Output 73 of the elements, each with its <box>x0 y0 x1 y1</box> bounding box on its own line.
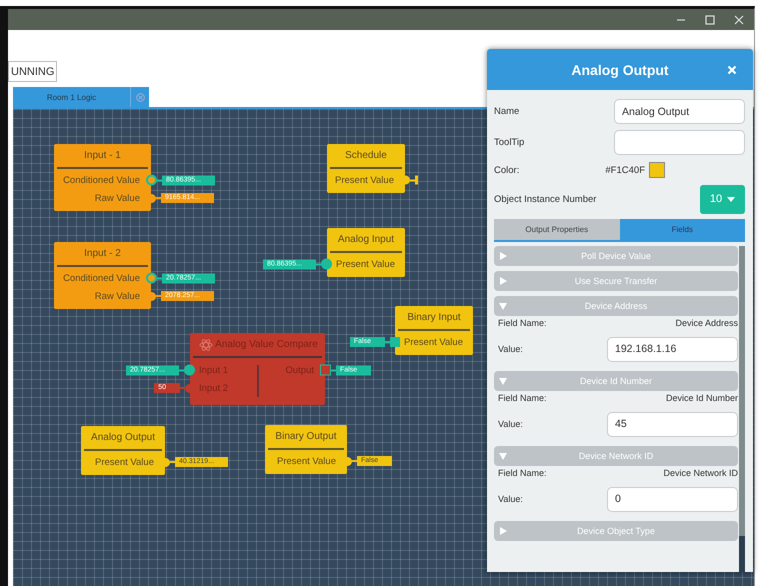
value-field[interactable]: 0 <box>607 486 738 512</box>
port-label: Present Value <box>277 456 336 466</box>
connector-port[interactable] <box>151 194 156 202</box>
node-title: Analog Input <box>338 234 394 245</box>
value-field[interactable]: 192.168.1.16 <box>607 336 738 362</box>
section-title: Use Secure Transfer <box>574 276 658 286</box>
port-label: Present Value <box>336 258 395 270</box>
node-title: Input - 2 <box>84 248 121 259</box>
node-title: Binary Input <box>407 312 461 323</box>
text-field[interactable]: Analog Output <box>614 99 745 124</box>
scrollbar[interactable] <box>739 246 745 572</box>
atom-icon <box>199 338 213 352</box>
connector-port[interactable] <box>146 272 157 284</box>
port-label: Raw Value <box>94 290 140 302</box>
color-swatch[interactable] <box>649 162 665 178</box>
logic-node[interactable]: Input - 2 Conditioned Value Raw Value <box>54 242 151 309</box>
logic-node[interactable]: Analog Input Present Value <box>327 228 405 277</box>
value-field[interactable]: 45 <box>607 412 738 436</box>
port-label: Conditioned Value <box>63 272 140 284</box>
port-label: Raw Value <box>94 192 140 204</box>
port-label: Present Value <box>95 456 154 468</box>
instance-dropdown[interactable]: 10 <box>700 184 745 214</box>
connector-port[interactable] <box>151 292 156 300</box>
canvas-tab[interactable]: Room 1 Logic <box>13 87 130 107</box>
field-label: Value: <box>498 419 523 429</box>
port-label: Present Value <box>335 174 394 186</box>
field-label: Color: <box>494 164 520 176</box>
node-title: Input - 1 <box>84 150 121 161</box>
logic-node[interactable]: Binary Output Present Value <box>265 425 347 474</box>
field-label: Field Name: <box>498 468 547 480</box>
section-title: Poll Device Value <box>581 251 651 261</box>
node-title: Analog Value Compare <box>215 339 318 350</box>
section-title: Device Object Type <box>577 526 655 536</box>
dialog-title: Analog Output <box>571 62 669 78</box>
connector-port[interactable] <box>146 174 157 186</box>
logic-node[interactable]: Analog Output Present Value <box>81 426 165 475</box>
connector-port[interactable] <box>321 258 332 270</box>
color-value: #F1C40F <box>605 164 645 176</box>
logic-node[interactable]: Schedule Present Value <box>327 144 405 193</box>
text-field[interactable] <box>614 130 745 155</box>
node-title: Analog Output <box>91 432 155 443</box>
connector-port[interactable] <box>347 456 352 466</box>
port-label: Input 2 <box>199 382 228 394</box>
field-label: Value: <box>498 344 523 354</box>
field-name-value: Device Network ID <box>663 468 738 480</box>
field-name-value: Device Id Number <box>666 393 738 405</box>
node-title: Binary Output <box>275 431 337 442</box>
port-label: Input 1 <box>199 364 228 376</box>
connector-port[interactable] <box>405 176 410 184</box>
logic-node[interactable]: Binary Input Present Value <box>395 306 473 355</box>
field-label: ToolTip <box>494 137 526 148</box>
field-label: Field Name: <box>498 318 547 330</box>
logic-node[interactable]: Input - 1 Conditioned Value Raw Value <box>54 144 151 211</box>
close-icon[interactable] <box>734 14 744 24</box>
field-label: Field Name: <box>498 393 547 405</box>
panel-tab[interactable]: Fields <box>620 219 745 240</box>
section-title: Device Id Number <box>580 376 652 386</box>
node-title: Schedule <box>345 150 387 161</box>
status-button[interactable]: UNNING <box>8 61 58 82</box>
field-label: Value: <box>498 494 523 504</box>
field-label: Object Instance Number <box>494 194 598 204</box>
panel-tab[interactable]: Output Properties <box>494 219 620 240</box>
field-label: Name <box>494 106 520 117</box>
connector-port[interactable] <box>165 458 170 466</box>
section-title: Device Address <box>584 301 648 311</box>
connector-port[interactable] <box>184 364 195 376</box>
section-title: Device Network ID <box>578 451 654 461</box>
port-label: Output <box>285 364 314 376</box>
caret-icon <box>727 196 736 202</box>
port-label: Conditioned Value <box>63 174 140 186</box>
field-name-value: Device Address <box>675 318 738 330</box>
maximize-icon[interactable] <box>705 14 715 24</box>
port-label: Present Value <box>404 336 463 348</box>
